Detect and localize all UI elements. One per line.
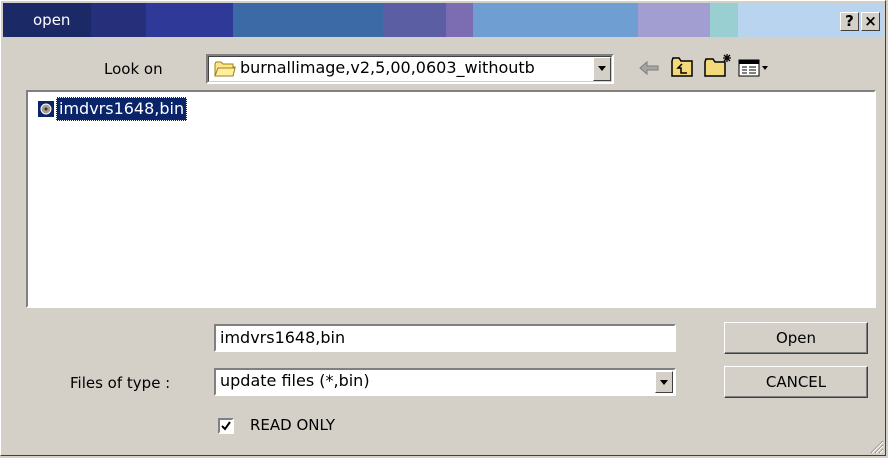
cancel-button[interactable]: CANCEL: [724, 366, 868, 398]
files-of-type-dropdown-button[interactable]: [655, 371, 673, 393]
window-title: open: [33, 11, 71, 29]
title-bar-segment: [146, 3, 233, 37]
title-bar[interactable]: open ? ×: [3, 3, 883, 37]
look-on-dropdown[interactable]: burnallimage,v2,5,00,0603_withoutb: [206, 54, 614, 84]
back-arrow-icon[interactable]: [638, 60, 660, 76]
new-folder-icon[interactable]: [703, 52, 733, 78]
read-only-checkbox[interactable]: [218, 418, 234, 434]
help-button[interactable]: ?: [840, 12, 859, 31]
title-bar-segment: [383, 3, 446, 37]
close-button[interactable]: ×: [861, 12, 880, 31]
title-bar-segment: [446, 3, 473, 37]
up-folder-icon[interactable]: [670, 56, 694, 78]
resize-grip-icon[interactable]: [870, 440, 884, 454]
look-on-value: burnallimage,v2,5,00,0603_withoutb: [240, 58, 535, 77]
open-button[interactable]: Open: [724, 322, 868, 354]
file-list[interactable]: imdvrs1648,bin: [26, 90, 876, 308]
folder-icon: [214, 61, 236, 77]
look-on-label: Look on: [104, 60, 163, 78]
read-only-label: READ ONLY: [250, 416, 336, 434]
file-name-label: imdvrs1648,bin: [56, 97, 188, 121]
file-icon: [38, 101, 54, 117]
checkmark-icon: [221, 421, 231, 431]
look-on-dropdown-button[interactable]: [593, 57, 611, 81]
files-of-type-dropdown[interactable]: update files (*,bin): [214, 368, 676, 396]
title-bar-segment: [638, 3, 710, 37]
files-of-type-value: update files (*,bin): [220, 371, 370, 390]
view-menu-icon[interactable]: [738, 58, 770, 78]
title-bar-segment: [91, 3, 146, 37]
title-bar-segment: [710, 3, 738, 37]
title-bar-segment: [233, 3, 383, 37]
file-name-input[interactable]: imdvrs1648,bin: [214, 324, 676, 352]
files-of-type-label: Files of type :: [70, 374, 171, 392]
title-bar-segment: [473, 3, 638, 37]
list-item[interactable]: imdvrs1648,bin: [36, 97, 188, 121]
